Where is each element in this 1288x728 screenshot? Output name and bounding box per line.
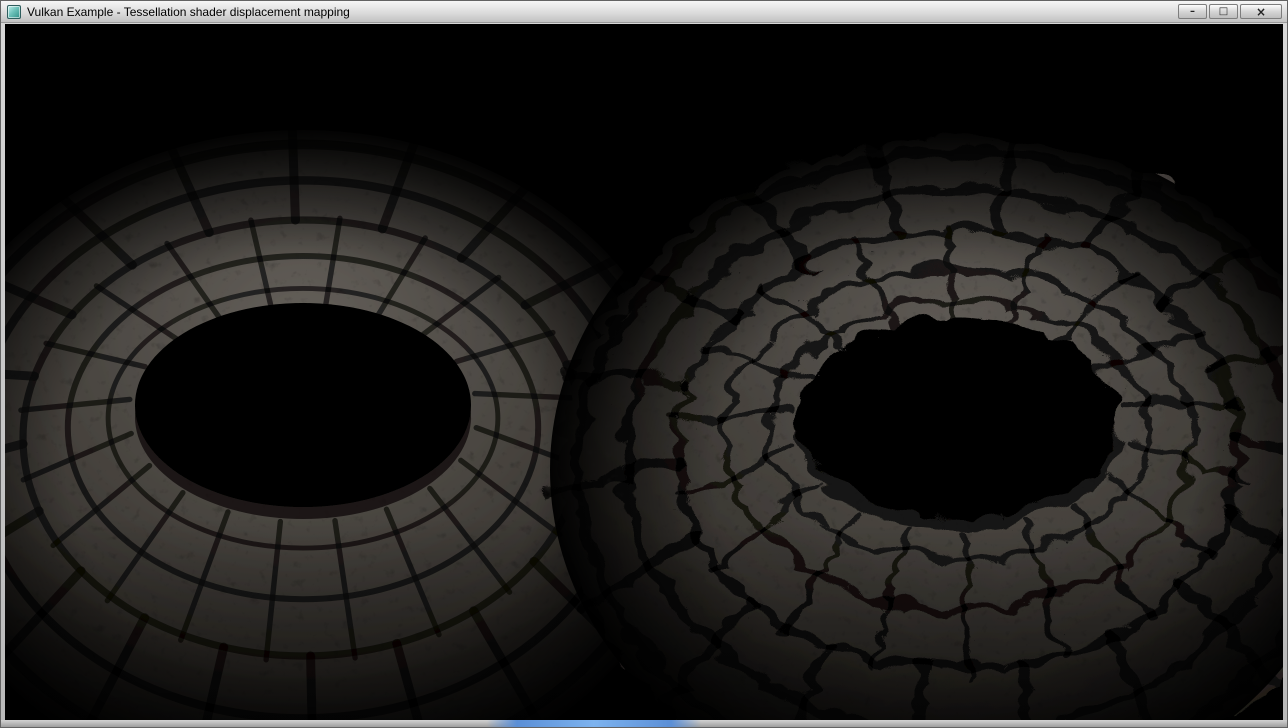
close-icon: ×	[1256, 6, 1266, 18]
title-bar[interactable]: Vulkan Example - Tessellation shader dis…	[1, 1, 1287, 23]
minimize-button[interactable]: –	[1178, 4, 1207, 19]
window-title: Vulkan Example - Tessellation shader dis…	[27, 5, 350, 19]
minimize-icon: –	[1190, 7, 1195, 17]
maximize-button[interactable]: □	[1209, 4, 1238, 19]
vulkan-render-scene	[5, 24, 1283, 720]
app-icon	[7, 5, 21, 19]
window-controls: – □ ×	[1176, 4, 1282, 19]
taskbar-highlight	[487, 720, 701, 727]
torus-displaced-shading	[550, 127, 1283, 720]
maximize-icon: □	[1219, 7, 1228, 17]
render-viewport[interactable]	[5, 24, 1283, 720]
close-button[interactable]: ×	[1240, 4, 1282, 19]
app-window: Vulkan Example - Tessellation shader dis…	[0, 0, 1288, 728]
window-bottom-border[interactable]	[1, 720, 1287, 727]
